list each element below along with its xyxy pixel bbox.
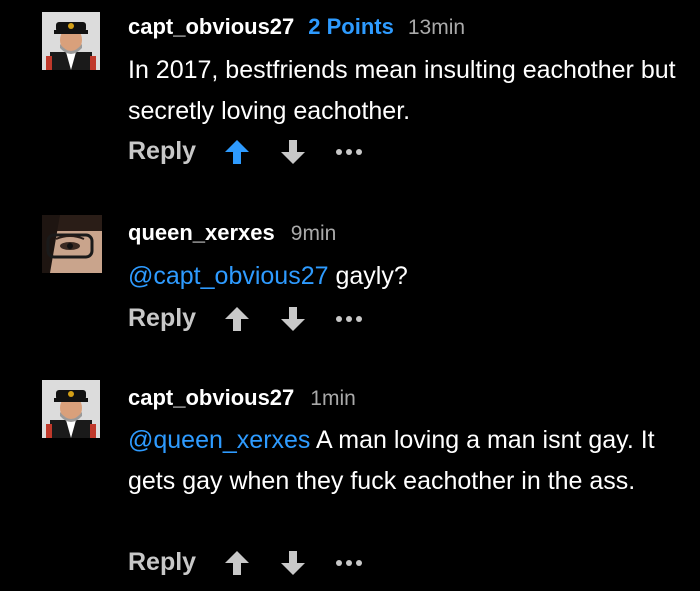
reply-button[interactable]: Reply	[128, 137, 196, 166]
dot	[336, 315, 343, 322]
comment-text: @queen_xerxes A man loving a man isnt ga…	[128, 420, 688, 502]
more-dots-icon[interactable]	[336, 550, 363, 576]
username[interactable]: capt_obvious27	[128, 385, 294, 411]
mention-link[interactable]: @queen_xerxes	[128, 426, 310, 454]
dot	[346, 315, 353, 322]
arrow-down-icon[interactable]	[280, 550, 306, 576]
points-count: 2 Points	[308, 14, 394, 39]
more-dots-icon[interactable]	[336, 306, 363, 332]
avatar-queen[interactable]	[42, 215, 102, 273]
queen-avatar-image	[42, 215, 102, 273]
arrow-up-icon[interactable]	[224, 550, 250, 576]
dot	[346, 559, 353, 566]
comment-meta: queen_xerxes 9min	[128, 220, 336, 246]
dot	[356, 559, 363, 566]
timestamp: 13min	[407, 16, 466, 39]
comment-body: In 2017, bestfriends mean insulting each…	[128, 56, 676, 125]
avatar-captain[interactable]	[42, 380, 100, 438]
comment-meta: capt_obvious27 1min	[128, 385, 356, 411]
arrow-down-icon[interactable]	[280, 306, 306, 332]
comment-actions: Reply	[128, 548, 363, 577]
comment-meta: capt_obvious27 2 Points 13min	[128, 14, 465, 40]
dot	[356, 315, 363, 322]
arrow-down-icon[interactable]	[280, 139, 306, 165]
comment-text: @capt_obvious27 gayly?	[128, 256, 688, 297]
comment-actions: Reply	[128, 137, 363, 166]
reply-button[interactable]: Reply	[128, 548, 196, 577]
captain-avatar-image	[42, 12, 100, 70]
dot	[336, 559, 343, 566]
mention-link[interactable]: @capt_obvious27	[128, 262, 329, 290]
comment-body: gayly?	[328, 262, 408, 290]
timestamp: 1min	[310, 387, 356, 410]
username[interactable]: queen_xerxes	[128, 220, 275, 246]
arrow-up-icon[interactable]	[224, 306, 250, 332]
more-dots-icon[interactable]	[336, 139, 363, 165]
dot	[336, 148, 343, 155]
captain-avatar-image	[42, 380, 100, 438]
username[interactable]: capt_obvious27	[128, 14, 294, 40]
timestamp: 9min	[290, 222, 337, 245]
arrow-up-icon[interactable]	[224, 139, 250, 165]
dot	[356, 148, 363, 155]
avatar-captain[interactable]	[42, 12, 100, 70]
comment-actions: Reply	[128, 304, 363, 333]
reply-button[interactable]: Reply	[128, 304, 196, 333]
dot	[346, 148, 353, 155]
comment-text: In 2017, bestfriends mean insulting each…	[128, 50, 688, 132]
